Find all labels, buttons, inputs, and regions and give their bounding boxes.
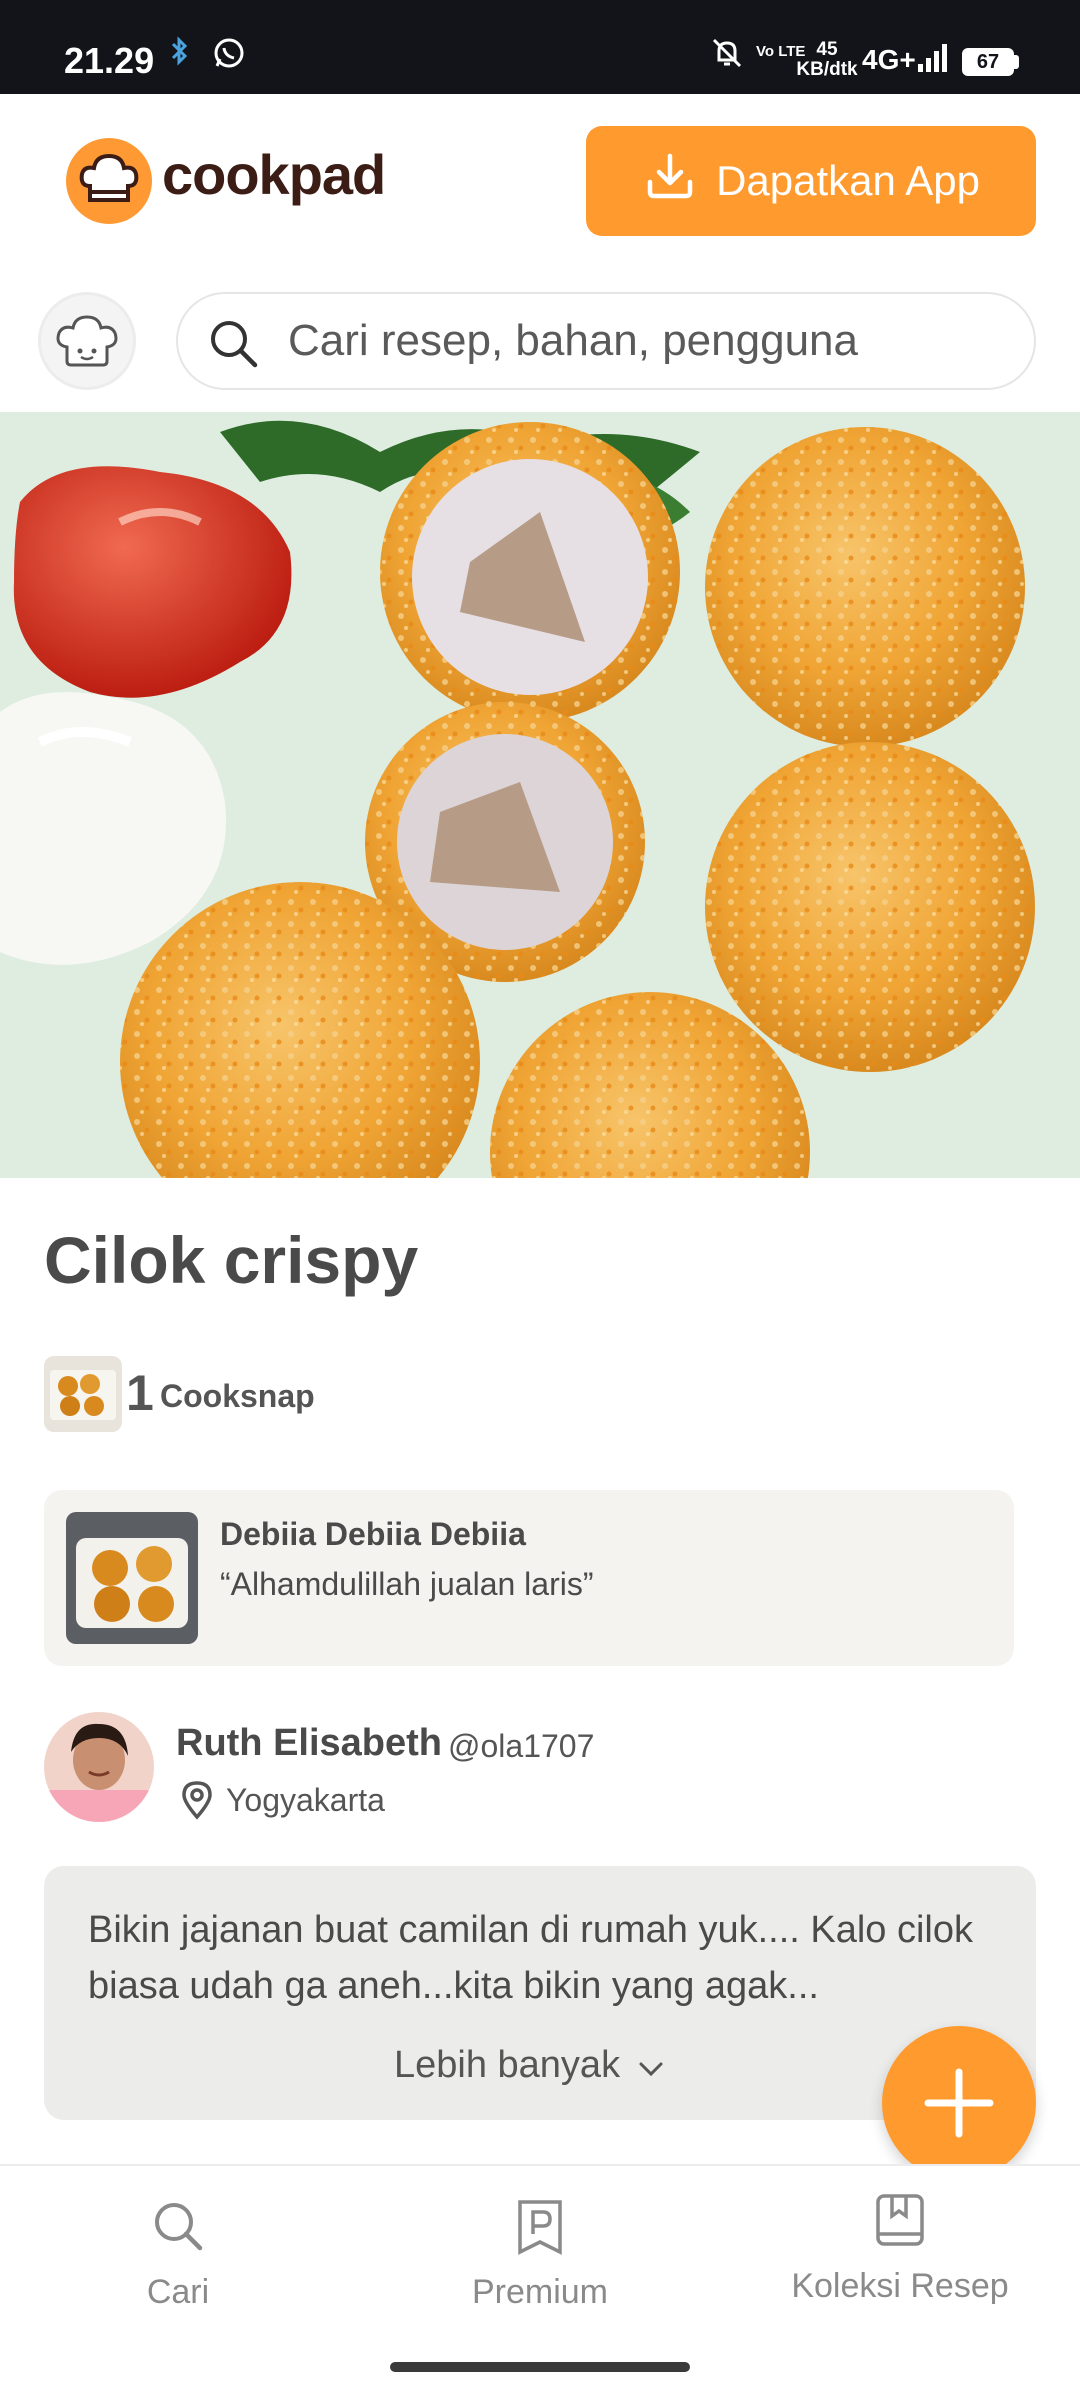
plus-icon [924,2068,994,2138]
premium-icon [410,2196,670,2265]
search-icon [206,316,260,375]
author-name[interactable]: Ruth Elisabeth [176,1722,442,1765]
cooksnap-photo [66,1512,198,1644]
search-bar[interactable] [176,292,1036,390]
user-avatar[interactable] [38,292,136,390]
net-speed-unit: KB/dtk [796,59,858,80]
nav-item-search[interactable]: Cari [48,2196,308,2312]
home-indicator[interactable] [390,2362,690,2372]
get-app-button[interactable]: Dapatkan App [586,126,1036,236]
status-time: 21.29 [64,40,155,81]
cooksnap-card[interactable]: Debiia Debiia Debiia “Alhamdulillah jual… [44,1490,1014,1666]
cooksnap-text: “Alhamdulillah jualan laris” [220,1566,594,1602]
author-handle[interactable]: @ola1707 [448,1728,594,1765]
chef-hat-icon [56,315,118,367]
net-speed: 45 KB/dtk [792,40,862,80]
nav-label-search: Cari [146,2273,210,2311]
chevron-down-icon [638,2044,664,2087]
get-app-label: Dapatkan App [716,157,980,204]
recipe-hero-image [0,412,1080,1178]
location-pin-icon [180,1780,214,1825]
mute-bell-icon [710,36,744,75]
signal-icon [916,42,950,79]
nav-label-premium: Premium [471,2273,609,2311]
cooksnap-author: Debiia Debiia Debiia [220,1516,526,1552]
nav-item-collection[interactable]: Koleksi Resep [770,2190,1030,2306]
description-text: Bikin jajanan buat camilan di rumah yuk.… [88,1909,974,2007]
cooksnap-count[interactable]: 1 [126,1364,154,1422]
recipe-title: Cilok crispy [44,1223,419,1297]
cooksnap-thumbnail[interactable] [44,1356,122,1432]
nav-item-premium[interactable]: Premium [410,2196,670,2312]
network-type: 4G+ [862,44,916,75]
battery-icon: 67 [962,48,1014,76]
battery-tip [1014,55,1019,69]
whatsapp-icon [212,36,246,75]
download-icon [642,148,698,214]
show-more-button[interactable]: Lebih banyak [394,2044,664,2087]
search-icon [48,2196,308,2265]
add-recipe-button[interactable] [882,2026,1036,2180]
search-input[interactable] [288,308,1008,374]
author-location: Yogyakarta [226,1782,385,1818]
bluetooth-icon [168,36,192,71]
cookpad-logo-icon[interactable] [66,138,152,224]
net-speed-value: 45 [816,39,838,60]
nav-label-collection: Koleksi Resep [791,2267,1009,2305]
bookmark-collection-icon [770,2190,1030,2259]
cooksnap-label[interactable]: Cooksnap [160,1378,315,1415]
author-avatar[interactable] [44,1712,154,1822]
recipe-page: 21.29 Vo LTE 45 KB/dtk 4G+ 67 cookpad Da… [0,0,1080,2400]
show-more-label: Lebih banyak [394,2044,621,2086]
cookpad-wordmark[interactable]: cookpad [162,142,386,207]
status-bar: 21.29 Vo LTE 45 KB/dtk 4G+ 67 [0,0,1080,94]
